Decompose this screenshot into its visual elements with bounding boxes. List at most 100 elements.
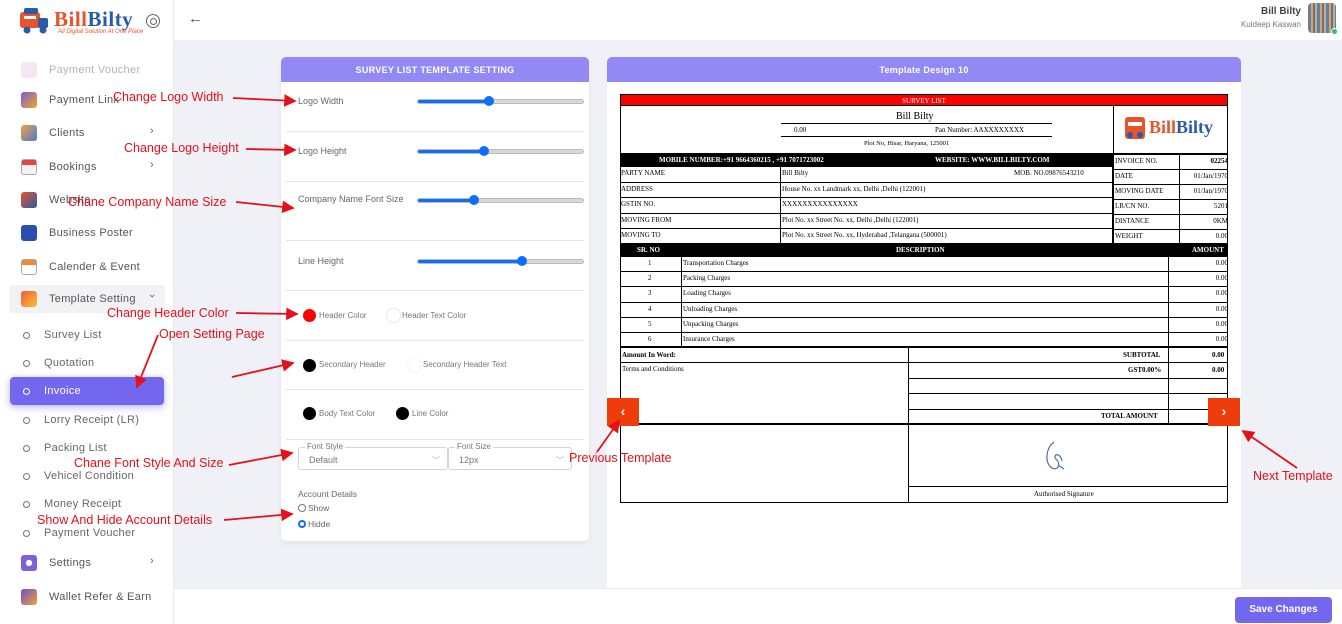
line-sr: 5 <box>648 319 652 328</box>
slider-knob[interactable] <box>469 195 480 205</box>
font-style-select[interactable]: Font Style Default ﹀ <box>298 442 448 470</box>
annotation-logo-width: Change Logo Width <box>113 90 224 104</box>
invoice-logo: BillBilty <box>1124 113 1224 149</box>
setting-label: Logo Height <box>298 146 347 156</box>
select-legend: Font Size <box>455 442 493 451</box>
sidebar-item-bookings[interactable]: Bookings › <box>0 153 173 181</box>
rule-line <box>908 378 1228 379</box>
sidebar-item-label: Clients <box>49 127 85 139</box>
rule-line <box>908 393 1228 394</box>
invoice-address: Plot No, Hisar, Haryana, 125001 <box>864 140 950 147</box>
chevron-right-icon: › <box>150 159 154 171</box>
line-color-swatch[interactable] <box>396 407 409 420</box>
rule-line <box>908 409 1228 410</box>
logo-tagline: All Digital Solution At One Place <box>58 29 144 35</box>
settings-cog-icon[interactable] <box>146 14 160 28</box>
rule-line <box>1113 229 1228 230</box>
sidebar-item-business-poster[interactable]: Business Poster <box>0 219 173 247</box>
sidebar-sub-label: Quotation <box>44 357 95 369</box>
invoice-logo-wordmark: BillBilty <box>1149 117 1214 137</box>
sidebar-item-label: Wallet Refer & Earn <box>49 591 152 603</box>
prev-template-button[interactable]: ‹ <box>607 398 639 426</box>
invoice-website: WEBSITE: WWW.BILLBILTY.COM <box>935 156 1050 164</box>
rule-line <box>620 362 908 363</box>
party-row-value: Plot No. xx Street No. xx, Delhi ,Delhi … <box>782 215 919 224</box>
setting-label: Line Height <box>298 256 344 266</box>
slider-knob[interactable] <box>483 96 494 106</box>
sidebar-sub-label: Money Receipt <box>44 498 122 510</box>
settings-card-title: SURVEY LIST TEMPLATE SETTING <box>281 57 589 82</box>
account-hide-radio[interactable]: Hidde <box>298 519 330 529</box>
swatch-label: Body Text Color <box>319 409 376 418</box>
next-template-button[interactable]: › <box>1208 398 1240 426</box>
sidebar-item-payment-voucher-top[interactable]: Payment Voucher <box>0 56 173 84</box>
slider-knob[interactable] <box>516 256 527 266</box>
line-height-slider[interactable] <box>417 256 584 266</box>
sidebar-sub-survey-list[interactable]: Survey List <box>10 321 164 349</box>
chevron-right-icon: › <box>1221 403 1227 419</box>
logo-width-slider[interactable] <box>417 96 584 106</box>
invoice-mobile: MOBILE NUMBER:+91 9664360215 , +91 70717… <box>659 156 824 164</box>
rule-line <box>620 271 1228 273</box>
font-size-select[interactable]: Font Size 12px ﹀ <box>448 442 572 470</box>
rule-line <box>780 166 781 244</box>
radio-label: Hidde <box>308 519 331 529</box>
circle-icon <box>23 417 30 424</box>
meta-row-key: DISTANCE <box>1115 217 1150 225</box>
payment-link-icon <box>21 92 37 108</box>
rule-line <box>781 136 1052 137</box>
truck-logo-icon <box>1125 117 1145 139</box>
swatch-label: Secondary Header <box>319 360 386 369</box>
setting-secondary-colors: Secondary Header Secondary Header Text <box>286 341 584 390</box>
rule-line <box>620 286 1228 288</box>
setting-line-height: Line Height <box>286 241 584 291</box>
meta-row-value: 0KM <box>1213 217 1228 225</box>
total-label: TOTAL AMOUNT <box>1101 412 1158 420</box>
rule-line <box>1113 214 1228 215</box>
line-amount: 0.00 <box>1215 335 1228 343</box>
sidebar-sub-label: Vehicel Condition <box>44 470 135 482</box>
setting-logo-height: Logo Height <box>286 132 584 182</box>
invoice-company-name: Bill Bilty <box>896 111 934 122</box>
line-description: Packing Charges <box>683 274 731 283</box>
logo-height-slider[interactable] <box>417 146 584 156</box>
sidebar-sub-label: Lorry Receipt (LR) <box>44 414 140 426</box>
sidebar-sub-invoice[interactable]: Invoice <box>10 377 164 405</box>
body-text-color-swatch[interactable] <box>303 407 316 420</box>
meta-row-value: 01/Jan/1970 <box>1193 187 1228 195</box>
app-root: BillBilty All Digital Solution At One Pl… <box>0 0 1342 624</box>
select-value: 12px <box>459 455 479 465</box>
save-changes-button[interactable]: Save Changes <box>1235 597 1332 623</box>
calendar-icon <box>21 159 37 175</box>
slider-knob[interactable] <box>479 146 489 156</box>
line-description: Transportation Charges <box>683 259 749 267</box>
circle-icon <box>23 360 30 367</box>
signature-image <box>1046 441 1065 470</box>
secondary-header-text-swatch[interactable] <box>408 359 421 372</box>
sidebar-sub-quotation[interactable]: Quotation <box>10 349 164 377</box>
secondary-header-swatch[interactable] <box>303 359 316 372</box>
sidebar-item-wallet-refer[interactable]: Wallet Refer & Earn <box>0 583 173 611</box>
sidebar-item-calender-event[interactable]: Calender & Event <box>0 253 173 281</box>
meta-row-key: WEIGHT <box>1115 232 1143 240</box>
select-value: Default <box>309 455 338 465</box>
online-status-dot <box>1331 28 1338 35</box>
bill-bilty-logo[interactable]: BillBilty All Digital Solution At One Pl… <box>18 6 148 38</box>
header-color-swatch[interactable] <box>303 309 316 322</box>
invoice-table-header: SR. NO DESCRIPTION AMOUNT <box>620 244 1228 256</box>
meta-row-value: 01/Jan/1970 <box>1193 172 1228 180</box>
sidebar-sub-lorry-receipt[interactable]: Lorry Receipt (LR) <box>10 406 164 434</box>
setting-label: Company Name Font Size <box>298 194 404 204</box>
sidebar-item-settings[interactable]: Settings › <box>0 549 173 577</box>
line-sr: 6 <box>648 335 652 343</box>
arrow-left-icon[interactable]: ← <box>188 10 203 27</box>
circle-icon <box>23 501 30 508</box>
radio-icon <box>298 504 306 512</box>
swatch-label: Secondary Header Text <box>423 360 507 369</box>
account-show-radio[interactable]: Show <box>298 503 329 513</box>
company-name-size-slider[interactable] <box>417 195 584 205</box>
subtotal-value: 0.00 <box>1212 351 1225 359</box>
header-text-color-swatch[interactable] <box>387 309 400 322</box>
circle-icon <box>23 388 30 395</box>
sidebar-item-label: Payment Link <box>49 94 120 106</box>
